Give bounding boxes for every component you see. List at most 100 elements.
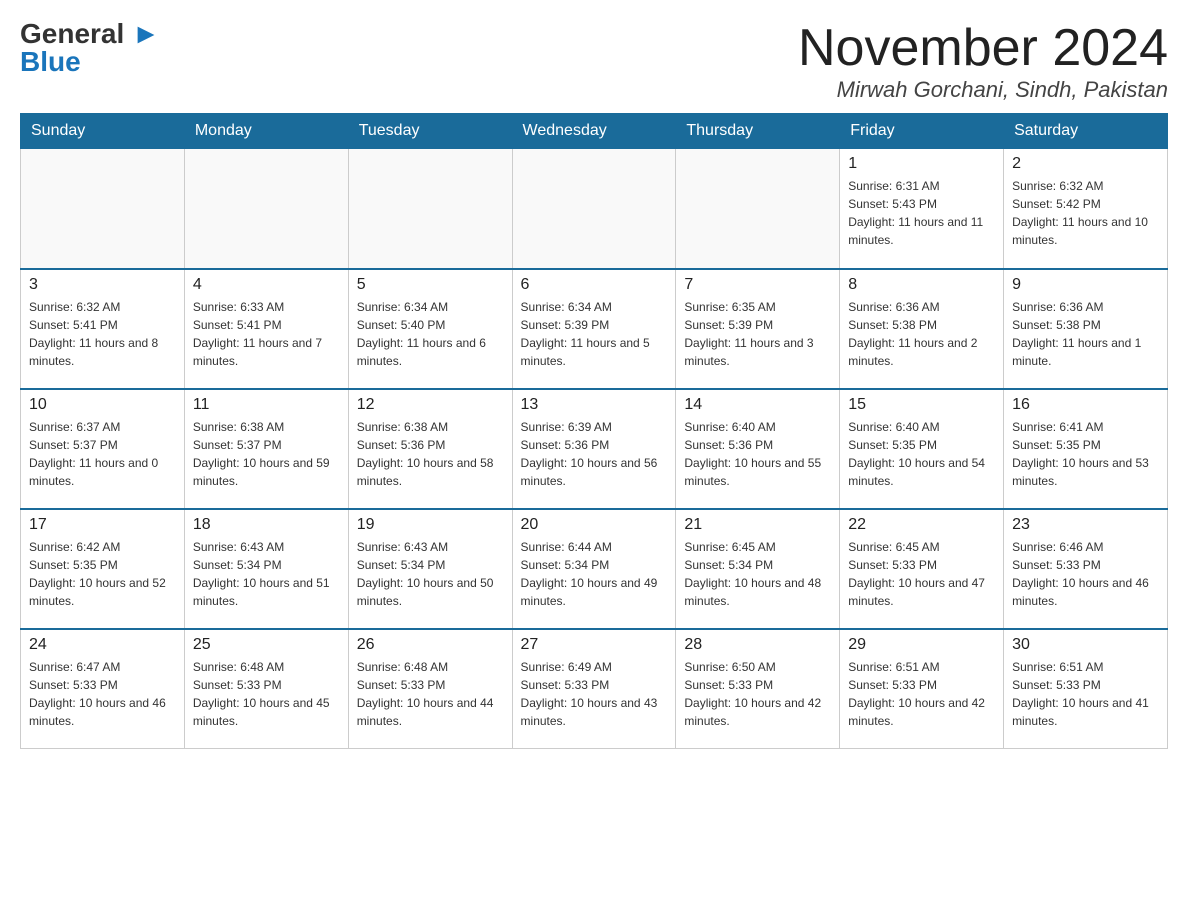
- calendar-cell: [676, 149, 840, 269]
- day-info: Sunrise: 6:35 AMSunset: 5:39 PMDaylight:…: [684, 298, 831, 370]
- month-title: November 2024: [798, 20, 1168, 77]
- day-info: Sunrise: 6:51 AMSunset: 5:33 PMDaylight:…: [848, 658, 995, 730]
- calendar-cell: 20 Sunrise: 6:44 AMSunset: 5:34 PMDayligh…: [512, 509, 676, 629]
- day-info: Sunrise: 6:38 AMSunset: 5:36 PMDaylight:…: [357, 418, 504, 490]
- calendar-cell: 1Sunrise: 6:31 AMSunset: 5:43 PMDaylight…: [840, 149, 1004, 269]
- weekday-header-saturday: Saturday: [1004, 114, 1168, 149]
- calendar-cell: [512, 149, 676, 269]
- calendar-table: SundayMondayTuesdayWednesdayThursdayFrid…: [20, 113, 1168, 749]
- day-info: Sunrise: 6:43 AMSunset: 5:34 PMDaylight:…: [357, 538, 504, 610]
- logo: General ► Blue: [20, 20, 160, 76]
- week-row-1: 1Sunrise: 6:31 AMSunset: 5:43 PMDaylight…: [21, 149, 1168, 269]
- week-row-4: 17 Sunrise: 6:42 AMSunset: 5:35 PMDayligh…: [21, 509, 1168, 629]
- calendar-cell: 7 Sunrise: 6:35 AMSunset: 5:39 PMDaylight…: [676, 269, 840, 389]
- day-info: Sunrise: 6:39 AMSunset: 5:36 PMDaylight:…: [521, 418, 668, 490]
- day-number: 28: [684, 636, 831, 654]
- day-info: Sunrise: 6:47 AMSunset: 5:33 PMDaylight:…: [29, 658, 176, 730]
- calendar-cell: 23 Sunrise: 6:46 AMSunset: 5:33 PMDayligh…: [1004, 509, 1168, 629]
- day-info: Sunrise: 6:34 AMSunset: 5:39 PMDaylight:…: [521, 298, 668, 370]
- weekday-header-monday: Monday: [184, 114, 348, 149]
- day-number: 13: [521, 396, 668, 414]
- day-number: 1: [848, 155, 995, 173]
- day-info: Sunrise: 6:45 AMSunset: 5:33 PMDaylight:…: [848, 538, 995, 610]
- day-number: 26: [357, 636, 504, 654]
- day-info: Sunrise: 6:41 AMSunset: 5:35 PMDaylight:…: [1012, 418, 1159, 490]
- weekday-header-row: SundayMondayTuesdayWednesdayThursdayFrid…: [21, 114, 1168, 149]
- calendar-cell: 3 Sunrise: 6:32 AMSunset: 5:41 PMDaylight…: [21, 269, 185, 389]
- calendar-cell: 25Sunrise: 6:48 AMSunset: 5:33 PMDayligh…: [184, 629, 348, 749]
- logo-general-text: General ►: [20, 20, 160, 48]
- day-number: 4: [193, 276, 340, 294]
- logo-blue-text: Blue: [20, 48, 81, 76]
- day-info: Sunrise: 6:40 AMSunset: 5:35 PMDaylight:…: [848, 418, 995, 490]
- calendar-cell: 30 Sunrise: 6:51 AMSunset: 5:33 PMDayligh…: [1004, 629, 1168, 749]
- day-info: Sunrise: 6:44 AMSunset: 5:34 PMDaylight:…: [521, 538, 668, 610]
- week-row-5: 24 Sunrise: 6:47 AMSunset: 5:33 PMDayligh…: [21, 629, 1168, 749]
- day-info: Sunrise: 6:36 AMSunset: 5:38 PMDaylight:…: [1012, 298, 1159, 370]
- weekday-header-sunday: Sunday: [21, 114, 185, 149]
- day-info: Sunrise: 6:32 AMSunset: 5:41 PMDaylight:…: [29, 298, 176, 370]
- calendar-cell: 27 Sunrise: 6:49 AMSunset: 5:33 PMDayligh…: [512, 629, 676, 749]
- calendar-cell: 8 Sunrise: 6:36 AMSunset: 5:38 PMDaylight…: [840, 269, 1004, 389]
- day-number: 22: [848, 516, 995, 534]
- calendar-cell: 18 Sunrise: 6:43 AMSunset: 5:34 PMDayligh…: [184, 509, 348, 629]
- day-number: 3: [29, 276, 176, 294]
- day-number: 7: [684, 276, 831, 294]
- week-row-3: 10Sunrise: 6:37 AMSunset: 5:37 PMDayligh…: [21, 389, 1168, 509]
- calendar-cell: 16Sunrise: 6:41 AMSunset: 5:35 PMDayligh…: [1004, 389, 1168, 509]
- day-number: 30: [1012, 636, 1159, 654]
- day-number: 15: [848, 396, 995, 414]
- calendar-cell: 14 Sunrise: 6:40 AMSunset: 5:36 PMDayligh…: [676, 389, 840, 509]
- day-number: 20: [521, 516, 668, 534]
- day-number: 21: [684, 516, 831, 534]
- calendar-cell: [21, 149, 185, 269]
- day-number: 23: [1012, 516, 1159, 534]
- day-number: 9: [1012, 276, 1159, 294]
- calendar-cell: 10Sunrise: 6:37 AMSunset: 5:37 PMDayligh…: [21, 389, 185, 509]
- day-number: 17: [29, 516, 176, 534]
- weekday-header-friday: Friday: [840, 114, 1004, 149]
- calendar-cell: 11 Sunrise: 6:38 AMSunset: 5:37 PMDayligh…: [184, 389, 348, 509]
- day-info: Sunrise: 6:36 AMSunset: 5:38 PMDaylight:…: [848, 298, 995, 370]
- day-info: Sunrise: 6:42 AMSunset: 5:35 PMDaylight:…: [29, 538, 176, 610]
- calendar-cell: 17 Sunrise: 6:42 AMSunset: 5:35 PMDayligh…: [21, 509, 185, 629]
- day-info: Sunrise: 6:46 AMSunset: 5:33 PMDaylight:…: [1012, 538, 1159, 610]
- calendar-cell: 19 Sunrise: 6:43 AMSunset: 5:34 PMDayligh…: [348, 509, 512, 629]
- calendar-cell: 5 Sunrise: 6:34 AMSunset: 5:40 PMDaylight…: [348, 269, 512, 389]
- weekday-header-thursday: Thursday: [676, 114, 840, 149]
- day-info: Sunrise: 6:48 AMSunset: 5:33 PMDaylight:…: [357, 658, 504, 730]
- day-info: Sunrise: 6:32 AMSunset: 5:42 PMDaylight:…: [1012, 177, 1159, 249]
- day-info: Sunrise: 6:49 AMSunset: 5:33 PMDaylight:…: [521, 658, 668, 730]
- location-title: Mirwah Gorchani, Sindh, Pakistan: [798, 77, 1168, 103]
- day-info: Sunrise: 6:40 AMSunset: 5:36 PMDaylight:…: [684, 418, 831, 490]
- calendar-cell: 2 Sunrise: 6:32 AMSunset: 5:42 PMDaylight…: [1004, 149, 1168, 269]
- calendar-cell: 21 Sunrise: 6:45 AMSunset: 5:34 PMDayligh…: [676, 509, 840, 629]
- day-info: Sunrise: 6:34 AMSunset: 5:40 PMDaylight:…: [357, 298, 504, 370]
- day-number: 11: [193, 396, 340, 414]
- day-number: 19: [357, 516, 504, 534]
- day-number: 14: [684, 396, 831, 414]
- calendar-cell: 22 Sunrise: 6:45 AMSunset: 5:33 PMDayligh…: [840, 509, 1004, 629]
- day-info: Sunrise: 6:45 AMSunset: 5:34 PMDaylight:…: [684, 538, 831, 610]
- day-number: 12: [357, 396, 504, 414]
- day-info: Sunrise: 6:51 AMSunset: 5:33 PMDaylight:…: [1012, 658, 1159, 730]
- day-info: Sunrise: 6:33 AMSunset: 5:41 PMDaylight:…: [193, 298, 340, 370]
- calendar-cell: 29Sunrise: 6:51 AMSunset: 5:33 PMDayligh…: [840, 629, 1004, 749]
- day-number: 24: [29, 636, 176, 654]
- calendar-cell: 28Sunrise: 6:50 AMSunset: 5:33 PMDayligh…: [676, 629, 840, 749]
- calendar-cell: 26 Sunrise: 6:48 AMSunset: 5:33 PMDayligh…: [348, 629, 512, 749]
- calendar-cell: 24 Sunrise: 6:47 AMSunset: 5:33 PMDayligh…: [21, 629, 185, 749]
- day-info: Sunrise: 6:37 AMSunset: 5:37 PMDaylight:…: [29, 418, 176, 490]
- page-header: General ► Blue November 2024 Mirwah Gorc…: [20, 20, 1168, 103]
- calendar-cell: [184, 149, 348, 269]
- day-info: Sunrise: 6:43 AMSunset: 5:34 PMDaylight:…: [193, 538, 340, 610]
- weekday-header-tuesday: Tuesday: [348, 114, 512, 149]
- day-number: 5: [357, 276, 504, 294]
- day-number: 18: [193, 516, 340, 534]
- day-number: 8: [848, 276, 995, 294]
- day-number: 2: [1012, 155, 1159, 173]
- calendar-cell: 15 Sunrise: 6:40 AMSunset: 5:35 PMDayligh…: [840, 389, 1004, 509]
- calendar-cell: 12 Sunrise: 6:38 AMSunset: 5:36 PMDayligh…: [348, 389, 512, 509]
- day-info: Sunrise: 6:38 AMSunset: 5:37 PMDaylight:…: [193, 418, 340, 490]
- day-number: 27: [521, 636, 668, 654]
